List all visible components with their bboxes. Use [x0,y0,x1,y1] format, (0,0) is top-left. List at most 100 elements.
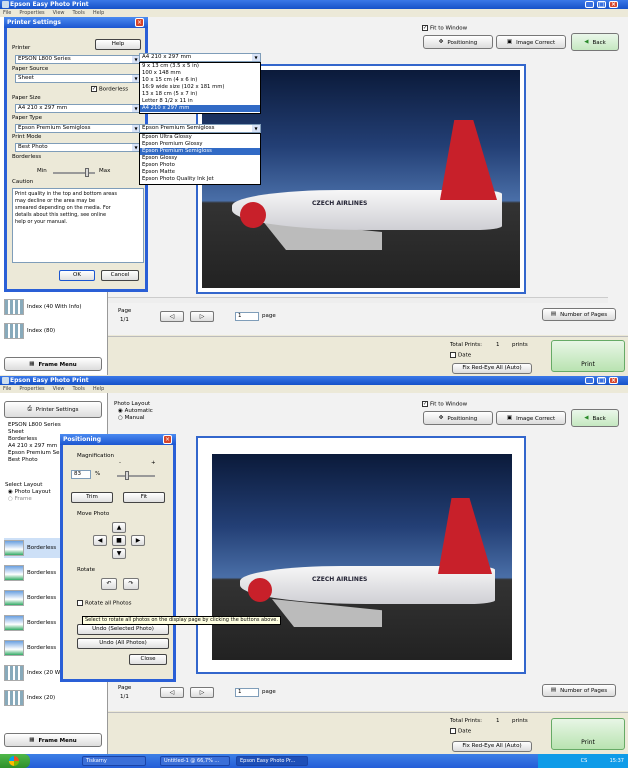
menu-tools[interactable]: Tools [73,10,85,16]
list-item[interactable]: Index (40 With Info) [4,297,99,317]
menu-file[interactable]: File [3,386,11,392]
help-button[interactable]: Help [95,39,141,50]
taskbar-item-active[interactable]: Epson Easy Photo Pr... [236,756,308,766]
dropdown-option[interactable]: Epson Glossy [140,155,260,162]
number-of-pages-button[interactable]: ▤ Number of Pages [542,684,616,697]
undo-selected-button[interactable]: Undo (Selected Photo) [77,624,169,635]
positioning-button[interactable]: ✥ Positioning [423,411,493,425]
fit-to-window-checkbox[interactable]: ✓ Fit to Window [422,25,467,33]
menu-help[interactable]: Help [93,386,104,392]
automatic-radio[interactable]: ◉ Automatic [118,408,153,415]
dropdown-option[interactable]: 10 x 15 cm (4 x 6 in) [140,77,260,84]
back-button[interactable]: ◀ Back [571,409,619,427]
dropdown-option[interactable]: 100 x 148 mm [140,70,260,77]
dropdown-option-selected[interactable]: A4 210 x 297 mm [140,105,260,112]
menu-view[interactable]: View [53,386,65,392]
fix-red-eye-button[interactable]: Fix Red-Eye All (Auto) [452,363,532,374]
menu-view[interactable]: View [53,10,65,16]
page-stepper[interactable]: 1 [235,312,259,321]
minimize-button[interactable]: _ [585,1,594,8]
magnification-slider-handle[interactable] [125,471,129,480]
frame-radio[interactable]: ○ Frame [8,496,32,503]
manual-radio[interactable]: ○ Manual [118,415,145,422]
move-up-button[interactable]: ▲ [112,522,126,533]
language-indicator[interactable]: CS [581,758,588,764]
paper-type-select[interactable]: Epson Premium Semigloss ▼ [15,124,141,133]
print-button[interactable]: Print [551,718,625,750]
print-button[interactable]: Print [551,340,625,372]
image-correct-button[interactable]: ▣ Image Correct [496,35,566,49]
frame-menu-button[interactable]: ▦ Frame Menu [4,733,102,747]
paper-size-select[interactable]: A4 210 x 297 mm ▼ [15,104,141,113]
rotate-all-checkbox[interactable]: Rotate all Photos [77,600,131,608]
photo-layout-radio[interactable]: ◉ Photo Layout [8,489,51,496]
print-mode-select[interactable]: Best Photo ▼ [15,143,141,152]
dropdown-option-selected[interactable]: Epson Premium Semigloss [140,148,260,155]
dropdown-option[interactable]: 9 x 13 cm (3.5 x 5 in) [140,63,260,70]
dropdown-option[interactable]: Epson Matte [140,169,260,176]
list-item[interactable]: Index (80) [4,321,99,341]
menu-file[interactable]: File [3,10,11,16]
date-checkbox[interactable]: Date [450,728,471,736]
magnification-input[interactable]: 83 [71,470,91,479]
paper-type-combo-open[interactable]: Epson Premium Semigloss ▼ [139,124,261,133]
paper-size-combo-open[interactable]: A4 210 x 297 mm ▼ [139,53,261,62]
maximize-button[interactable]: □ [597,377,606,384]
borderless-checkbox[interactable]: ✓ Borderless [91,86,128,94]
fix-red-eye-button[interactable]: Fix Red-Eye All (Auto) [452,741,532,752]
start-button[interactable] [0,754,30,768]
image-correct-button[interactable]: ▣ Image Correct [496,411,566,425]
dropdown-option[interactable]: Epson Ultra Glossy [140,134,260,141]
frame-menu-button[interactable]: ▦ Frame Menu [4,357,102,371]
move-down-button[interactable]: ▼ [112,548,126,559]
undo-all-button[interactable]: Undo (All Photos) [77,638,169,649]
rotate-left-button[interactable]: ↶ [101,578,117,590]
cancel-button[interactable]: Cancel [101,270,139,281]
close-button[interactable]: × [609,1,618,8]
menu-properties[interactable]: Properties [19,10,44,16]
dropdown-option[interactable]: Letter 8 1/2 x 11 in [140,98,260,105]
dropdown-option[interactable]: Epson Photo [140,162,260,169]
printer-select[interactable]: EPSON L800 Series ▼ [15,55,141,64]
borderless-slider-handle[interactable] [85,168,89,177]
move-right-button[interactable]: ▶ [131,535,145,546]
maximize-button[interactable]: □ [597,1,606,8]
dropdown-option[interactable]: 16:9 wide size (102 x 181 mm) [140,84,260,91]
close-dialog-button[interactable]: Close [129,654,167,665]
rotate-right-button[interactable]: ↷ [123,578,139,590]
next-page-button[interactable]: ▷ [190,311,214,322]
list-item[interactable]: Index (20) [4,688,99,708]
dialog-close-button[interactable]: × [163,435,172,444]
date-checkbox[interactable]: Date [450,352,471,360]
paper-source-select[interactable]: Sheet ▼ [15,74,141,83]
close-button[interactable]: × [609,377,618,384]
next-page-button[interactable]: ▷ [190,687,214,698]
menu-help[interactable]: Help [93,10,104,16]
taskbar-item[interactable]: Untitled-1 @ 66,7% ... [160,756,230,766]
fit-button[interactable]: Fit [123,492,165,503]
dropdown-option[interactable]: 13 x 18 cm (5 x 7 in) [140,91,260,98]
list-item-label: Index (20 W [27,670,61,676]
taskbar-item[interactable]: Tiskarny [82,756,146,766]
fit-to-window-checkbox[interactable]: ✓ Fit to Window [422,401,467,409]
back-button[interactable]: ◀ Back [571,33,619,51]
menu-tools[interactable]: Tools [73,386,85,392]
printer-settings-button[interactable]: ⎙ Printer Settings [4,401,102,418]
move-center-button[interactable]: ■ [112,535,126,546]
horizontal-scrollbar[interactable] [108,297,608,303]
dropdown-option[interactable]: Epson Premium Glossy [140,141,260,148]
minimize-button[interactable]: _ [585,377,594,384]
dialog-close-button[interactable]: × [135,18,144,27]
dropdown-option[interactable]: Epson Photo Quality Ink Jet [140,176,260,183]
magnification-slider-track[interactable] [117,475,155,477]
page-stepper[interactable]: 1 [235,688,259,697]
prev-page-button[interactable]: ◁ [160,687,184,698]
trim-button[interactable]: Trim [71,492,113,503]
photo[interactable]: CZECH AIRLINES [212,454,512,660]
number-of-pages-button[interactable]: ▤ Number of Pages [542,308,616,321]
positioning-button[interactable]: ✥ Positioning [423,35,493,49]
menu-properties[interactable]: Properties [19,386,44,392]
prev-page-button[interactable]: ◁ [160,311,184,322]
move-left-button[interactable]: ◀ [93,535,107,546]
ok-button[interactable]: OK [59,270,95,281]
